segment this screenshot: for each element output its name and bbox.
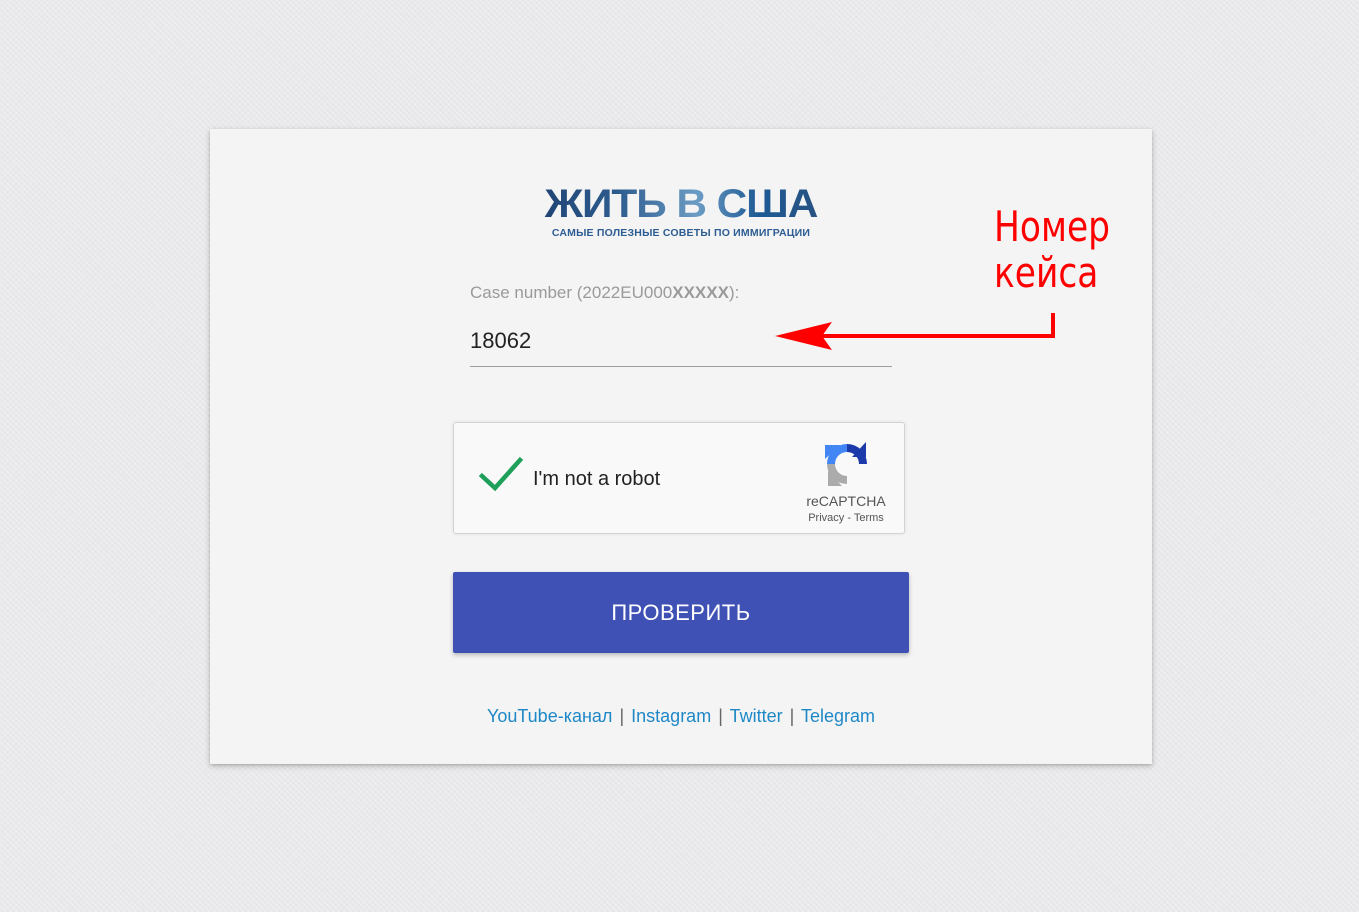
check-button[interactable]: ПРОВЕРИТЬ (453, 572, 909, 653)
twitter-link[interactable]: Twitter (730, 706, 783, 726)
social-separator: | (619, 706, 625, 726)
recaptcha-link-separator: - (847, 512, 851, 524)
social-separator: | (718, 706, 723, 726)
telegram-link[interactable]: Telegram (801, 706, 875, 726)
logo-title: ЖИТЬ В США (525, 184, 837, 224)
instagram-link[interactable]: Instagram (631, 706, 711, 726)
annotation-line-1: Номер (994, 202, 1111, 251)
recaptcha-terms-link[interactable]: Terms (854, 512, 884, 524)
social-separator: | (789, 706, 795, 726)
recaptcha-links: Privacy - Terms (794, 512, 898, 524)
not-a-robot-label: I'm not a robot (533, 468, 661, 490)
annotation-line-2: кейса (994, 248, 1099, 297)
case-number-label-mask: XXXXX (672, 283, 729, 302)
recaptcha-brand: reCAPTCHA (806, 493, 886, 509)
checkmark-icon[interactable] (478, 455, 524, 495)
social-links: YouTube-канал | Instagram | Twitter | Te… (210, 706, 1152, 727)
case-number-label-prefix: Case number (2022EU000 (470, 283, 673, 302)
site-logo[interactable]: ЖИТЬ В США САМЫЕ ПОЛЕЗНЫЕ СОВЕТЫ ПО ИММИ… (534, 184, 828, 242)
youtube-link[interactable]: YouTube-канал (487, 706, 612, 726)
case-number-annotation: Номер кейса (994, 204, 1110, 296)
recaptcha-privacy-link[interactable]: Privacy (808, 512, 844, 524)
annotation-arrow-icon (775, 313, 1055, 350)
recaptcha-widget: I'm not a robot reCAPTCHA Privacy - Term… (453, 422, 905, 534)
case-number-label: Case number (2022EU000XXXXX): (470, 283, 739, 303)
case-number-label-suffix: ): (728, 283, 740, 302)
logo-subtitle: САМЫЕ ПОЛЕЗНЫЕ СОВЕТЫ ПО ИММИГРАЦИИ (551, 227, 811, 239)
recaptcha-logo-icon (825, 442, 867, 486)
